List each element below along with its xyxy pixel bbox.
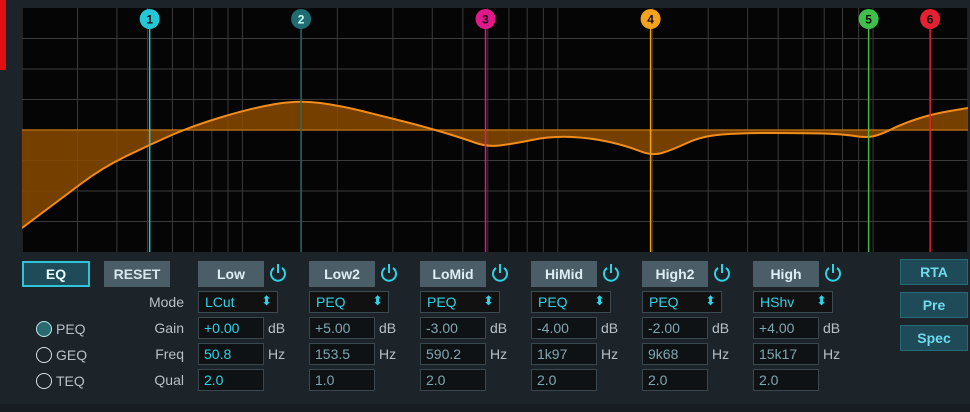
- band-high-power-icon[interactable]: [823, 262, 843, 284]
- band-high-qual-field[interactable]: 2.0: [753, 369, 819, 391]
- band-low-gain-field[interactable]: +0.00: [198, 317, 264, 339]
- band-lomid-freq-field[interactable]: 590.2: [420, 343, 486, 365]
- updown-arrow-icon: ⬍: [705, 293, 716, 308]
- radio-unselected-icon: [36, 373, 52, 389]
- band-high-gain-unit: dB: [823, 320, 841, 336]
- band-2-marker-label: 2: [298, 13, 305, 27]
- band-himid-mode-select[interactable]: PEQ ⬍: [531, 291, 611, 313]
- band-himid-qual-field[interactable]: 2.0: [531, 369, 597, 391]
- window-edge-marker: [0, 0, 6, 70]
- band-low2-gain-unit: dB: [379, 320, 397, 336]
- band-3-marker-label: 3: [482, 13, 489, 27]
- band-low-power-icon[interactable]: [268, 262, 288, 284]
- band-himid-button[interactable]: HiMid: [531, 261, 597, 287]
- band-high-mode-value: HShv: [760, 294, 795, 310]
- band-low2-mode-value: PEQ: [316, 294, 346, 310]
- band-lomid-qual-field[interactable]: 2.0: [420, 369, 486, 391]
- updown-arrow-icon: ⬍: [372, 293, 383, 308]
- band-himid-freq-unit: Hz: [601, 346, 619, 362]
- band-high2-gain-field[interactable]: -2.00: [642, 317, 708, 339]
- band-high2-freq-unit: Hz: [712, 346, 730, 362]
- eq-type-peq-label: PEQ: [56, 321, 86, 337]
- band-himid-freq-field[interactable]: 1k97: [531, 343, 597, 365]
- eq-graph[interactable]: 1 2 3 4 5 6: [22, 8, 968, 252]
- bottom-bar: [0, 404, 970, 412]
- band-low-mode-select[interactable]: LCut ⬍: [198, 291, 278, 313]
- band-high-freq-field[interactable]: 15k17: [753, 343, 819, 365]
- band-low2-power-icon[interactable]: [379, 262, 399, 284]
- band-lomid-mode-value: PEQ: [427, 294, 457, 310]
- band-low-freq-unit: Hz: [268, 346, 286, 362]
- band-low-qual-field[interactable]: 2.0: [198, 369, 264, 391]
- radio-selected-icon: [36, 321, 52, 337]
- band-himid-gain-field[interactable]: -4.00: [531, 317, 597, 339]
- band-1-marker-label: 1: [146, 13, 153, 27]
- band-6-marker-label: 6: [927, 13, 934, 27]
- band-low2-mode-select[interactable]: PEQ ⬍: [309, 291, 389, 313]
- mode-row-label: Mode: [148, 294, 184, 310]
- band-high2-gain-unit: dB: [712, 320, 730, 336]
- band-high-gain-field[interactable]: +4.00: [753, 317, 819, 339]
- band-low2-freq-field[interactable]: 153.5: [309, 343, 375, 365]
- band-high2-freq-field[interactable]: 9k68: [642, 343, 708, 365]
- band-low2-qual-field[interactable]: 1.0: [309, 369, 375, 391]
- pre-button[interactable]: Pre: [900, 292, 968, 318]
- updown-arrow-icon: ⬍: [483, 293, 494, 308]
- band-lomid-button[interactable]: LoMid: [420, 261, 486, 287]
- band-lomid-power-icon[interactable]: [490, 262, 510, 284]
- band-lomid-mode-select[interactable]: PEQ ⬍: [420, 291, 500, 313]
- spec-button[interactable]: Spec: [900, 325, 968, 351]
- band-himid-power-icon[interactable]: [601, 262, 621, 284]
- band-lomid-gain-field[interactable]: -3.00: [420, 317, 486, 339]
- rta-button[interactable]: RTA: [900, 259, 968, 285]
- band-4-marker-label: 4: [647, 13, 654, 27]
- band-low2-freq-unit: Hz: [379, 346, 397, 362]
- eq-type-peq-radio[interactable]: PEQ: [36, 321, 86, 337]
- band-low-freq-field[interactable]: 50.8: [198, 343, 264, 365]
- band-5-marker-label: 5: [865, 13, 872, 27]
- band-high-button[interactable]: High: [753, 261, 819, 287]
- band-himid-mode-value: PEQ: [538, 294, 568, 310]
- band-lomid-freq-unit: Hz: [490, 346, 508, 362]
- freq-row-label: Freq: [155, 346, 184, 362]
- updown-arrow-icon: ⬍: [261, 293, 272, 308]
- band-low-gain-unit: dB: [268, 320, 286, 336]
- band-high2-button[interactable]: High2: [642, 261, 708, 287]
- band-high-freq-unit: Hz: [823, 346, 841, 362]
- band-low-mode-value: LCut: [205, 294, 235, 310]
- qual-row-label: Qual: [154, 372, 184, 388]
- band-low2-gain-field[interactable]: +5.00: [309, 317, 375, 339]
- gain-row-label: Gain: [154, 320, 184, 336]
- eq-type-geq-label: GEQ: [56, 347, 88, 363]
- band-low-button[interactable]: Low: [198, 261, 264, 287]
- band-high2-qual-field[interactable]: 2.0: [642, 369, 708, 391]
- eq-curve-canvas[interactable]: 1 2 3 4 5 6: [22, 8, 968, 252]
- band-high2-power-icon[interactable]: [712, 262, 732, 284]
- eq-type-geq-radio[interactable]: GEQ: [36, 347, 87, 363]
- band-low2-button[interactable]: Low2: [309, 261, 375, 287]
- band-high-mode-select[interactable]: HShv ⬍: [753, 291, 833, 313]
- eq-type-teq-label: TEQ: [56, 373, 85, 389]
- band-high2-mode-select[interactable]: PEQ ⬍: [642, 291, 722, 313]
- updown-arrow-icon: ⬍: [594, 293, 605, 308]
- radio-unselected-icon: [36, 347, 52, 363]
- reset-button[interactable]: RESET: [104, 261, 170, 287]
- band-lomid-gain-unit: dB: [490, 320, 508, 336]
- updown-arrow-icon: ⬍: [816, 293, 827, 308]
- eq-toggle-button[interactable]: EQ: [22, 261, 90, 287]
- eq-type-teq-radio[interactable]: TEQ: [36, 373, 85, 389]
- band-himid-gain-unit: dB: [601, 320, 619, 336]
- band-high2-mode-value: PEQ: [649, 294, 679, 310]
